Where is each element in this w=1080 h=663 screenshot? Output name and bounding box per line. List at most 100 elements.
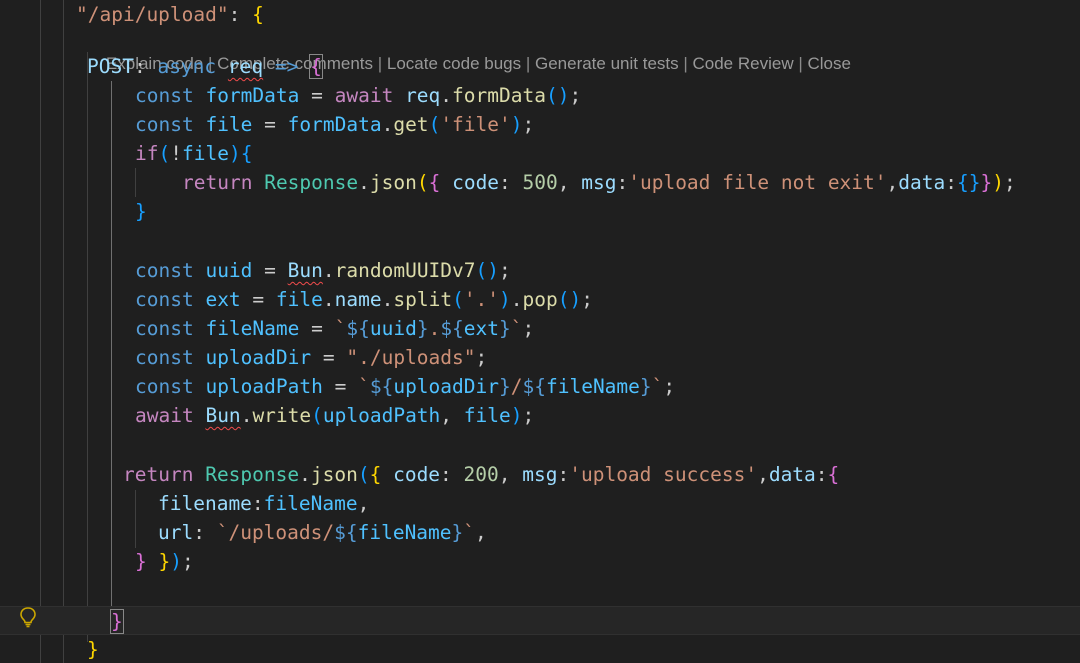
token: ` — [334, 317, 347, 340]
code-line-current[interactable]: } — [0, 606, 1080, 635]
token: { — [240, 142, 253, 165]
token: ${ — [334, 521, 358, 544]
token: "./uploads" — [346, 346, 476, 369]
token: , — [440, 404, 464, 427]
token: msg — [581, 171, 617, 194]
token: . — [299, 463, 311, 486]
token: ! — [170, 142, 182, 165]
token: : — [616, 171, 629, 194]
codelens-bar: Explain code | Complete comments | Locat… — [87, 28, 851, 73]
token: } — [499, 317, 511, 340]
code-line[interactable]: await Bun.write(uploadPath, file); — [0, 401, 1080, 430]
token: {} — [956, 171, 981, 194]
token: : — [440, 463, 464, 486]
token: = — [252, 259, 288, 282]
code-line[interactable]: const file = formData.get('file'); — [0, 110, 1080, 139]
token: : — [945, 171, 957, 194]
token: write — [252, 404, 312, 427]
token: 500 — [522, 171, 558, 194]
token: , — [557, 171, 582, 194]
token: ) — [992, 171, 1004, 194]
token: } — [980, 171, 993, 194]
token-bracket-match: } — [110, 609, 124, 634]
token: const — [135, 259, 194, 282]
token: const — [135, 84, 194, 107]
lightbulb-icon[interactable] — [18, 606, 38, 628]
token: const — [135, 375, 194, 398]
token: url — [158, 521, 194, 544]
token: ; — [581, 288, 594, 311]
token: return — [123, 463, 194, 486]
token: ( — [452, 288, 464, 311]
token: split — [393, 288, 453, 311]
token: uuid — [369, 317, 417, 340]
token: () — [475, 259, 500, 282]
code-line[interactable]: const uuid = Bun.randomUUIDv7(); — [0, 256, 1080, 285]
token: code — [381, 463, 441, 486]
token: } — [639, 375, 652, 398]
token: ( — [428, 113, 441, 136]
code-line[interactable]: url: `/uploads/${fileName}`, — [0, 518, 1080, 547]
token: await — [334, 84, 394, 107]
token: data — [768, 463, 816, 486]
token: . — [440, 84, 453, 107]
code-line[interactable]: } }); — [0, 547, 1080, 576]
token: pop — [522, 288, 558, 311]
token-error: Bun — [205, 404, 241, 427]
token: } — [135, 200, 147, 223]
code-editor[interactable]: "/api/upload": { Explain code | Complete… — [0, 0, 1080, 663]
token: uploadDir — [205, 346, 312, 369]
code-line[interactable]: const uploadPath = `${uploadDir}/${fileN… — [0, 372, 1080, 401]
code-line[interactable]: const fileName = `${uuid}.${ext}`; — [0, 314, 1080, 343]
token: ; — [499, 259, 511, 282]
token: const — [135, 317, 194, 340]
token: { — [428, 171, 441, 194]
token: ; — [522, 404, 535, 427]
token: ; — [663, 375, 676, 398]
token: 'upload success' — [569, 463, 758, 486]
code-line[interactable]: const ext = file.name.split('.').pop(); — [0, 285, 1080, 314]
token: name — [334, 288, 382, 311]
code-line[interactable]: return Response.json({ code: 500, msg:'u… — [0, 168, 1080, 197]
code-line[interactable]: return Response.json({ code: 200, msg:'u… — [0, 460, 1080, 489]
token: . — [428, 317, 441, 340]
token: file — [275, 288, 323, 311]
token: = — [322, 375, 359, 398]
token: return — [182, 171, 253, 194]
code-line[interactable]: const formData = await req.formData(); — [0, 81, 1080, 110]
token: uploadPath — [322, 404, 441, 427]
token: . — [322, 288, 335, 311]
code-line[interactable]: if(!file){ — [0, 139, 1080, 168]
token: => — [274, 55, 299, 78]
token: / — [510, 375, 523, 398]
token-error: Bun — [287, 259, 323, 282]
token: filename — [158, 492, 252, 515]
code-line[interactable]: } — [0, 197, 1080, 226]
token: = — [240, 288, 276, 311]
token: . — [510, 288, 523, 311]
token: file — [463, 404, 511, 427]
token: : — [251, 492, 264, 515]
token: fileName — [545, 375, 640, 398]
token: ` — [510, 317, 523, 340]
token: ` — [651, 375, 664, 398]
code-line[interactable]: const uploadDir = "./uploads"; — [0, 343, 1080, 372]
token: } — [451, 521, 464, 544]
token: ext — [463, 317, 500, 340]
token: const — [135, 346, 194, 369]
token: ) — [170, 550, 182, 573]
token: = — [299, 84, 335, 107]
code-line[interactable]: } — [0, 635, 1080, 663]
token: } — [135, 550, 147, 573]
token: ) — [510, 404, 523, 427]
token: ; — [475, 346, 488, 369]
token: Response — [205, 463, 300, 486]
token: ; — [182, 550, 194, 573]
code-line[interactable]: filename:fileName, — [0, 489, 1080, 518]
token: = — [299, 317, 335, 340]
token-bracket-match: { — [309, 54, 323, 79]
code-line[interactable]: "/api/upload": { — [0, 0, 1080, 29]
code-line[interactable]: POST: async req => { — [0, 52, 1080, 81]
token: msg — [522, 463, 558, 486]
token: ( — [158, 142, 171, 165]
